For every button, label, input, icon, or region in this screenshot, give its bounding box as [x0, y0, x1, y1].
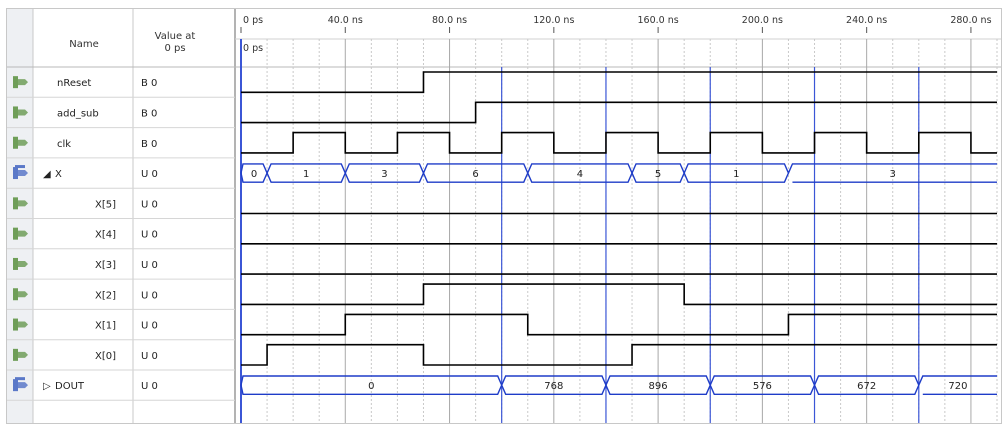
signal-name[interactable]: X[2]	[95, 290, 116, 301]
waveform-x[0]	[241, 343, 997, 366]
value-column-header-time: 0 ps	[164, 43, 185, 54]
icon-body	[13, 136, 18, 149]
icon-body	[13, 167, 18, 180]
waveform-x[2]	[241, 283, 997, 306]
icon-column	[7, 9, 33, 423]
waveform-window: nReset B 0 add_sub B 0 clk B 0 ◢ X U 0 X[5] U 0 X[4…	[6, 8, 1002, 424]
bus-value-label: 576	[753, 381, 772, 392]
signal-value: U 0	[141, 351, 158, 362]
icon-body	[13, 348, 18, 361]
icon-body	[13, 379, 18, 392]
time-tick-label: 120.0 ns	[533, 15, 574, 26]
expand-toggle-icon[interactable]: ◢	[43, 169, 51, 180]
signal-value: U 0	[141, 321, 158, 332]
icon-body	[13, 288, 18, 301]
icon-body	[13, 197, 18, 210]
bus-value-label: 6	[472, 169, 478, 180]
bus-value-label: 672	[857, 381, 876, 392]
signal-name[interactable]: X[3]	[95, 260, 116, 271]
signal-value: U 0	[141, 230, 158, 241]
waveform-add_sub	[241, 101, 997, 124]
waveform-x[1]	[241, 313, 997, 336]
bus-value-label: 768	[544, 381, 563, 392]
signal-value: U 0	[141, 260, 158, 271]
icon-body	[13, 257, 18, 270]
value-column-header: Value at	[155, 31, 196, 42]
time-tick-label: 280.0 ns	[950, 15, 991, 26]
bus-value-label: 3	[381, 169, 387, 180]
icon-body	[13, 318, 18, 331]
time-tick-label: 240.0 ns	[846, 15, 887, 26]
signal-value: U 0	[141, 290, 158, 301]
icon-bus-bar	[15, 165, 25, 169]
bus-value-label: 0	[251, 169, 257, 180]
signal-value: U 0	[141, 199, 158, 210]
time-tick-label: 160.0 ns	[638, 15, 679, 26]
waveform-clk	[241, 131, 997, 154]
time-tick-label: 0 ps	[243, 15, 263, 26]
icon-body	[13, 76, 18, 89]
bus-value-label: 720	[948, 381, 967, 392]
cursor-time-label: 0 ps	[243, 43, 263, 54]
bus-value-label: 3	[890, 169, 896, 180]
signal-value: U 0	[141, 381, 158, 392]
signal-name[interactable]: clk	[57, 139, 71, 150]
bus-value-label: 896	[649, 381, 668, 392]
signal-value: B 0	[141, 78, 157, 89]
time-tick-label: 80.0 ns	[432, 15, 467, 26]
bus-value-label: 1	[303, 169, 309, 180]
expand-toggle-icon[interactable]: ▷	[43, 381, 51, 392]
signal-name[interactable]: X[1]	[95, 321, 116, 332]
signal-name[interactable]: nReset	[57, 78, 91, 89]
signal-value: B 0	[141, 108, 157, 119]
signal-name[interactable]: X[4]	[95, 230, 116, 241]
bus-value-label: 4	[577, 169, 583, 180]
signal-value: B 0	[141, 139, 157, 150]
name-column-header: Name	[69, 39, 99, 50]
time-tick-label: 200.0 ns	[742, 15, 783, 26]
signal-name[interactable]: add_sub	[57, 108, 99, 119]
icon-body	[13, 106, 18, 119]
bus-value-label: 0	[368, 381, 374, 392]
signal-name[interactable]: X[0]	[95, 351, 116, 362]
bus-value-label: 1	[733, 169, 739, 180]
signal-name[interactable]: X[5]	[95, 199, 116, 210]
time-tick-label: 40.0 ns	[328, 15, 363, 26]
signal-name[interactable]: X	[55, 169, 62, 180]
waveform-canvas: nReset B 0 add_sub B 0 clk B 0 ◢ X U 0 X[5] U 0 X[4…	[7, 9, 1001, 423]
icon-body	[13, 227, 18, 240]
signal-name[interactable]: DOUT	[55, 381, 85, 392]
icon-bus-bar	[15, 377, 25, 381]
waveform-nreset	[241, 71, 997, 94]
signal-value: U 0	[141, 169, 158, 180]
bus-value-label: 5	[655, 169, 661, 180]
